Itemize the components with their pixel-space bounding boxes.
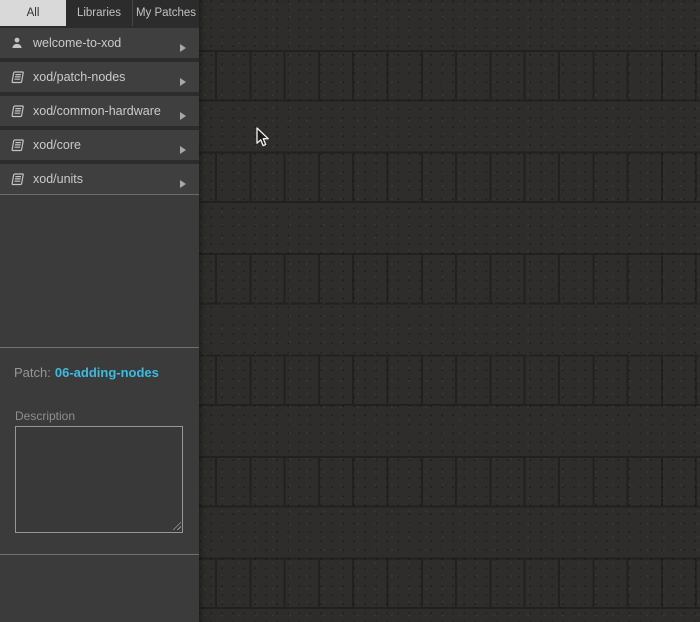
list-item-welcome-to-xod[interactable]: welcome-to-xod xyxy=(0,28,199,58)
sidebar-footer xyxy=(0,555,199,622)
tab-all[interactable]: All xyxy=(0,0,66,26)
browser-tab-bar: All Libraries My Patches xyxy=(0,0,199,26)
sidebar-empty-area xyxy=(0,195,199,347)
description-label: Description xyxy=(15,409,76,423)
tab-libraries[interactable]: Libraries xyxy=(66,0,133,26)
patch-info-panel: Patch: 06-adding-nodes Description xyxy=(0,348,199,554)
user-icon xyxy=(10,37,24,50)
list-item-label: welcome-to-xod xyxy=(33,36,122,50)
description-textarea[interactable] xyxy=(15,426,183,533)
chevron-right-icon xyxy=(180,141,186,154)
list-item-xod-core[interactable]: xod/core xyxy=(0,130,199,160)
patch-line: Patch: 06-adding-nodes xyxy=(14,365,185,380)
chevron-right-icon xyxy=(180,73,186,86)
mouse-cursor-icon xyxy=(256,127,269,147)
chevron-right-icon xyxy=(180,39,186,52)
list-item-xod-common-hardware[interactable]: xod/common-hardware xyxy=(0,96,199,126)
book-icon xyxy=(10,70,24,84)
project-browser-sidebar: All Libraries My Patches welcome-to-xod xyxy=(0,0,199,622)
patch-canvas[interactable] xyxy=(199,0,700,622)
description-field-wrap xyxy=(15,426,183,533)
patch-label: Patch: xyxy=(14,365,51,380)
xod-ide-window: All Libraries My Patches welcome-to-xod xyxy=(0,0,700,622)
list-item-label: xod/patch-nodes xyxy=(33,70,126,84)
list-item-xod-patch-nodes[interactable]: xod/patch-nodes xyxy=(0,62,199,92)
tab-my-patches[interactable]: My Patches xyxy=(133,0,199,26)
book-icon xyxy=(10,104,24,118)
list-item-label: xod/core xyxy=(33,138,81,152)
chevron-right-icon xyxy=(180,175,186,188)
list-item-xod-units[interactable]: xod/units xyxy=(0,164,199,194)
list-item-label: xod/units xyxy=(33,172,84,186)
book-icon xyxy=(10,172,24,186)
book-icon xyxy=(10,138,24,152)
list-item-label: xod/common-hardware xyxy=(33,104,161,118)
library-list: welcome-to-xod xod/patch-nodes xod/commo… xyxy=(0,26,199,195)
patch-name-link[interactable]: 06-adding-nodes xyxy=(55,365,159,380)
chevron-right-icon xyxy=(180,107,186,120)
